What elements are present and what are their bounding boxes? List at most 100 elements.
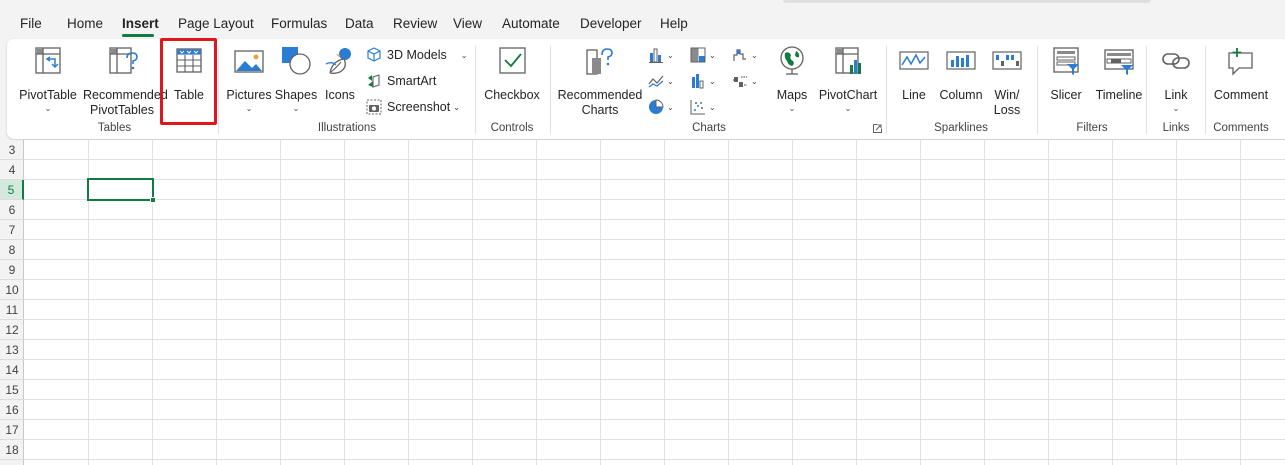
3d-models-button[interactable]: 3D Models ⌄	[366, 44, 467, 66]
comment-label: Comment	[1213, 88, 1269, 102]
sparkline-winloss-label-2: Loss	[993, 103, 1021, 117]
icons-icon	[325, 48, 351, 74]
active-cell[interactable]	[87, 178, 156, 203]
group-separator	[1205, 46, 1206, 134]
row-header[interactable]: 15	[0, 380, 24, 400]
group-separator	[475, 46, 476, 134]
filters-group-label: Filters	[1076, 122, 1108, 134]
scatter-chart-button[interactable]: ⌄	[690, 96, 716, 118]
row-header[interactable]: 17	[0, 420, 24, 440]
maps-button[interactable]: Maps ⌄	[767, 45, 817, 121]
gridline	[1240, 140, 1241, 465]
sparkline-winloss-icon	[992, 51, 1022, 70]
recommended-charts-button[interactable]: Recommended Charts	[557, 45, 643, 121]
worksheet-grid[interactable]: 3 4 5 6 7 8 9 10 11 12 13 14 15 16 17 18	[0, 140, 1285, 465]
row-header[interactable]: 3	[0, 140, 24, 160]
3d-models-label: 3D Models	[387, 48, 447, 62]
waterfall-chart-icon	[733, 49, 746, 61]
recommended-pivottables-button[interactable]: Recommended PivotTables	[83, 45, 168, 121]
smartart-button[interactable]: SmartArt	[366, 70, 436, 92]
row-header[interactable]: 9	[0, 260, 24, 280]
row-header[interactable]: 14	[0, 360, 24, 380]
dialog-launcher-icon[interactable]	[873, 124, 882, 133]
tab-view[interactable]: View	[453, 16, 482, 31]
gridline	[24, 219, 1285, 220]
sparkline-winloss-button[interactable]: Win/ Loss	[988, 45, 1026, 121]
row-header[interactable]: 7	[0, 220, 24, 240]
sparkline-line-label: Line	[902, 88, 926, 102]
line-chart-button[interactable]: ⌄	[648, 70, 674, 92]
pie-chart-button[interactable]: ⌄	[648, 96, 674, 118]
pivotchart-button[interactable]: PivotChart ⌄	[817, 45, 879, 121]
link-button[interactable]: Link ⌄	[1152, 45, 1200, 121]
recommended-pivottables-label-2: PivotTables	[90, 103, 154, 117]
tab-data[interactable]: Data	[345, 16, 374, 31]
link-icon	[1162, 53, 1190, 69]
gridline	[24, 439, 1285, 440]
row-header[interactable]: 12	[0, 320, 24, 340]
ribbon: PivotTable ⌄ Recommended PivotTables Tab…	[7, 39, 1285, 139]
chevron-down-icon: ⌄	[1172, 104, 1180, 113]
chevron-down-icon: ⌄	[44, 104, 52, 113]
pictures-button[interactable]: Pictures ⌄	[225, 45, 273, 121]
gridline	[408, 140, 409, 465]
row-header[interactable]: 11	[0, 300, 24, 320]
tab-page-layout[interactable]: Page Layout	[178, 16, 254, 31]
row-header[interactable]: 16	[0, 400, 24, 420]
tab-developer[interactable]: Developer	[580, 16, 642, 31]
tab-review[interactable]: Review	[393, 16, 437, 31]
gridline	[24, 419, 1285, 420]
gridline	[792, 140, 793, 465]
recommended-charts-label-1: Recommended	[557, 88, 643, 102]
slicer-label: Slicer	[1050, 88, 1082, 102]
menu-bar: File Home Insert Page Layout Formulas Da…	[0, 0, 1285, 38]
row-header[interactable]: 10	[0, 280, 24, 300]
row-header[interactable]: 8	[0, 240, 24, 260]
row-headers: 3 4 5 6 7 8 9 10 11 12 13 14 15 16 17 18	[0, 140, 24, 465]
pie-chart-icon	[649, 99, 664, 114]
tab-help[interactable]: Help	[660, 16, 688, 31]
gridline	[24, 179, 1285, 180]
slicer-button[interactable]: Slicer	[1043, 45, 1089, 121]
pivottable-label: PivotTable	[19, 88, 77, 102]
chevron-down-icon: ⌄	[709, 76, 716, 86]
smartart-label: SmartArt	[387, 74, 437, 88]
sparkline-winloss-label-1: Win/	[994, 88, 1020, 102]
timeline-button[interactable]: Timeline	[1089, 45, 1149, 121]
row-header[interactable]: 18	[0, 440, 24, 460]
tab-automate[interactable]: Automate	[502, 16, 560, 31]
checkbox-button[interactable]: Checkbox	[481, 45, 543, 121]
recommended-pivottables-icon	[109, 47, 138, 74]
pivottable-icon	[35, 47, 61, 74]
row-header[interactable]: 13	[0, 340, 24, 360]
tab-formulas[interactable]: Formulas	[271, 16, 327, 31]
statistic-chart-button[interactable]: ⌄	[690, 70, 716, 92]
combo-chart-button[interactable]: ⌄	[732, 70, 758, 92]
shapes-button[interactable]: Shapes ⌄	[273, 45, 319, 121]
tab-file[interactable]: File	[20, 16, 42, 31]
screenshot-button[interactable]: Screenshot ⌄	[366, 96, 460, 118]
sparkline-column-button[interactable]: Column	[936, 45, 986, 121]
pivottable-button[interactable]: PivotTable ⌄	[15, 45, 81, 121]
controls-group-label: Controls	[490, 122, 534, 134]
row-header-selected[interactable]: 5	[0, 180, 24, 200]
tab-home[interactable]: Home	[67, 16, 103, 31]
hierarchy-chart-button[interactable]: ⌄	[690, 44, 716, 66]
fill-handle[interactable]	[150, 197, 156, 203]
gridline	[216, 140, 217, 465]
row-header[interactable]: 6	[0, 200, 24, 220]
comment-button[interactable]: Comment	[1210, 45, 1272, 121]
chevron-down-icon: ⌄	[667, 50, 674, 60]
chevron-down-icon[interactable]: ⌄	[461, 51, 468, 60]
active-tab-indicator	[122, 34, 154, 37]
gridline	[856, 140, 857, 465]
gridline	[472, 140, 473, 465]
sparkline-line-button[interactable]: Line	[892, 45, 936, 121]
waterfall-chart-button[interactable]: ⌄	[732, 44, 758, 66]
icons-button[interactable]: Icons	[319, 45, 361, 121]
tab-insert[interactable]: Insert	[122, 16, 159, 31]
table-button[interactable]: Table	[165, 45, 213, 121]
column-chart-button[interactable]: ⌄	[648, 44, 674, 66]
row-header[interactable]: 4	[0, 160, 24, 180]
sparkline-line-icon	[899, 51, 929, 70]
